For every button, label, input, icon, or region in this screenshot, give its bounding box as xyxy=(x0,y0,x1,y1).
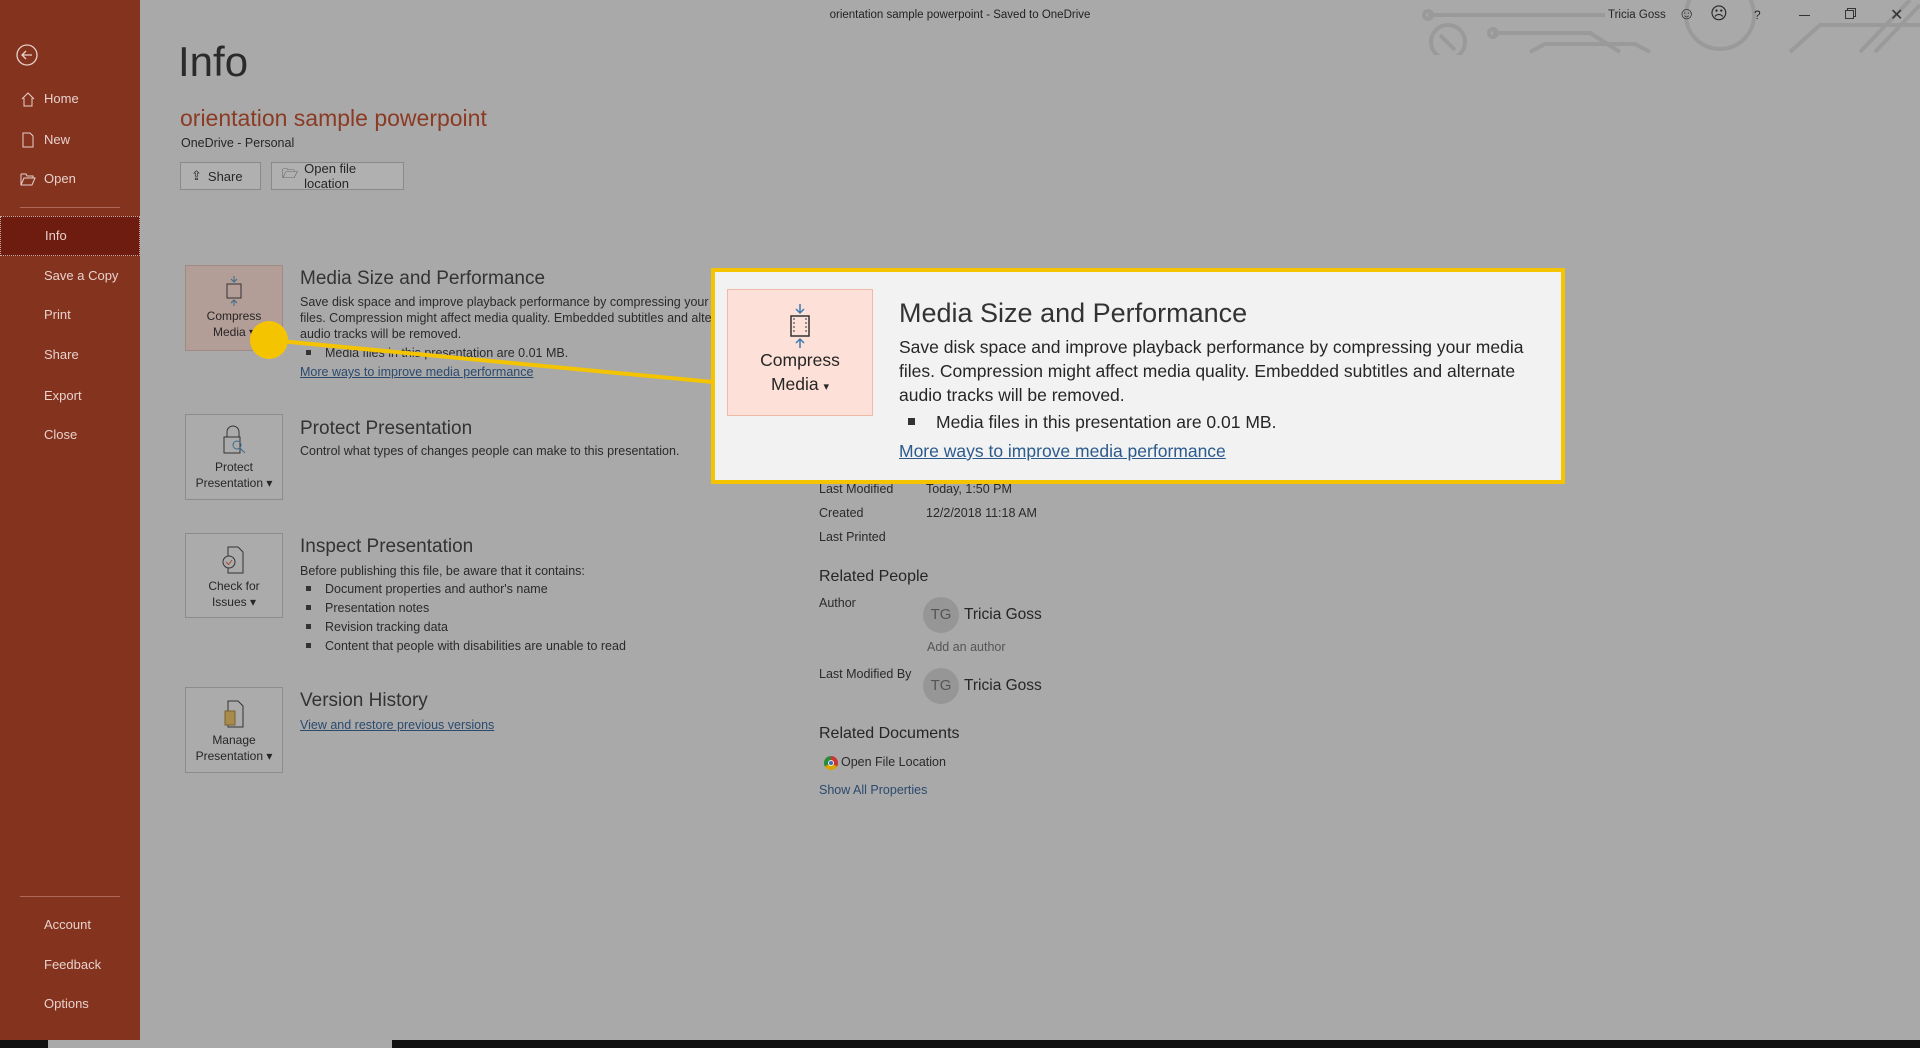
callout-title: Media Size and Performance xyxy=(899,298,1248,328)
callout-media-size: Media files in this presentation are 0.0… xyxy=(936,412,1277,432)
bullet xyxy=(908,418,915,425)
compress-media-icon xyxy=(790,304,810,348)
callout-desc-line: files. Compression might affect media qu… xyxy=(899,361,1516,381)
magnified-callout: Compress Media ▾ Media Size and Performan… xyxy=(711,268,1565,484)
callout-performance-link[interactable]: More ways to improve media performance xyxy=(899,441,1226,462)
callout-desc-line: audio tracks will be removed. xyxy=(899,385,1125,405)
callout-desc-line: Save disk space and improve playback per… xyxy=(899,337,1524,357)
compress-media-button-zoomed[interactable]: Compress Media ▾ xyxy=(727,289,873,416)
taskbar xyxy=(0,1040,1920,1048)
taskbar-search[interactable] xyxy=(48,1040,392,1048)
callout-connector xyxy=(250,321,714,384)
